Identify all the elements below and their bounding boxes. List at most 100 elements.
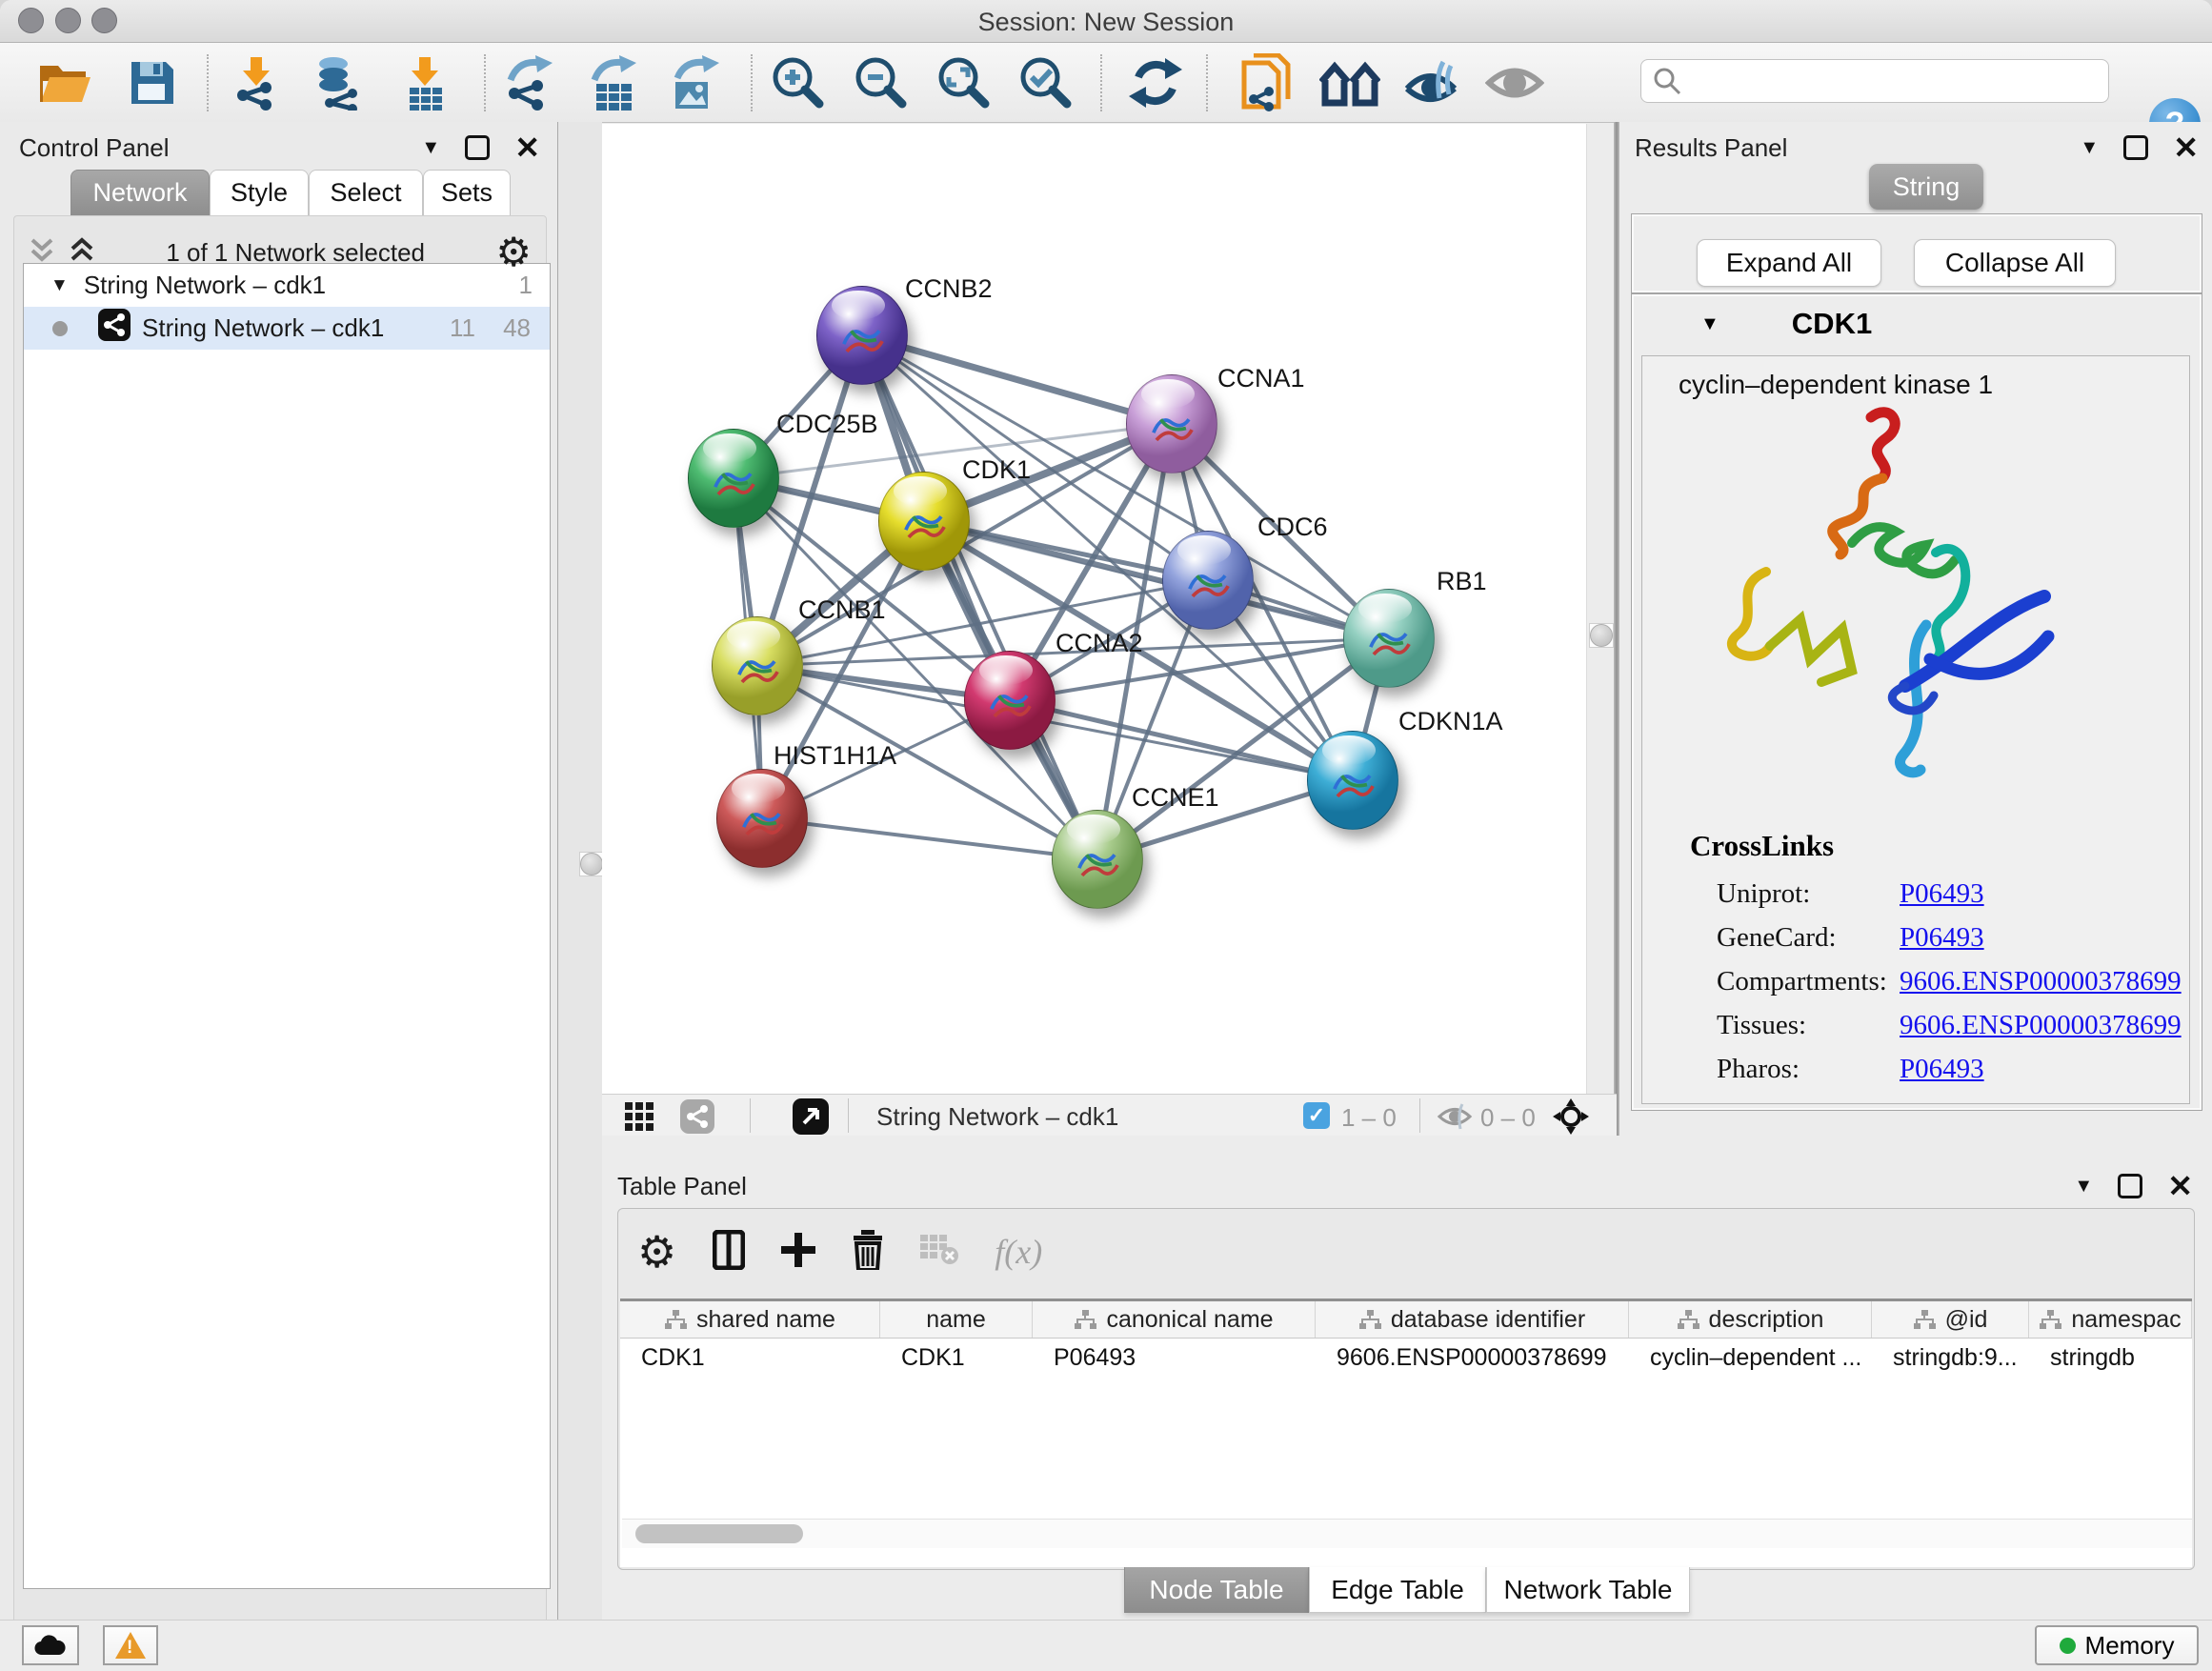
crosslink-link[interactable]: P06493 (1900, 1054, 1984, 1085)
table-cell[interactable]: stringdb:9... (1872, 1339, 2029, 1377)
tab-style[interactable]: Style (210, 170, 309, 215)
network-node-hist1h1a[interactable] (716, 769, 808, 868)
network-row[interactable]: String Network – cdk1 11 48 (24, 307, 550, 350)
crosslink-link[interactable]: 9606.ENSP00000378699 (1900, 1010, 2182, 1041)
crosslink-link[interactable]: P06493 (1900, 878, 1984, 910)
column-header[interactable]: namespac (2029, 1301, 2192, 1338)
table-cell[interactable]: CDK1 (620, 1339, 880, 1377)
panel-menu-icon[interactable]: ▼ (2074, 1176, 2093, 1198)
network-options-gear-icon[interactable]: ⚙ (495, 232, 532, 272)
panel-float-icon[interactable] (2123, 135, 2148, 160)
selected-checkbox-icon[interactable]: ✓ (1303, 1102, 1330, 1129)
shared-column-icon (664, 1309, 687, 1330)
horizontal-scrollbar[interactable] (622, 1519, 2192, 1548)
toolbar-separator (1100, 54, 1102, 111)
table-cell[interactable]: 9606.ENSP00000378699 (1316, 1339, 1629, 1377)
network-canvas[interactable]: CCNB2CCNA1CDC25BCDK1CDC6RB1CCNB1CCNA2CDK… (602, 124, 1586, 1094)
node-layer: CCNB2CCNA1CDC25BCDK1CDC6RB1CCNB1CCNA2CDK… (602, 124, 1586, 1094)
network-node-ccnb1[interactable] (712, 616, 803, 715)
network-node-rb1[interactable] (1343, 589, 1435, 688)
panel-close-icon[interactable]: ✕ (2167, 1177, 2193, 1196)
tab-select[interactable]: Select (309, 170, 423, 215)
column-header[interactable]: name (880, 1301, 1033, 1338)
crosslink-link[interactable]: P06493 (1900, 922, 1984, 954)
panel-close-icon[interactable]: ✕ (514, 138, 540, 157)
collapse-all-button[interactable]: Collapse All (1914, 239, 2116, 287)
column-header[interactable]: @id (1872, 1301, 2029, 1338)
export-network-icon[interactable] (503, 55, 558, 111)
refresh-icon[interactable] (1129, 56, 1182, 110)
expand-all-button[interactable]: Expand All (1697, 239, 1881, 287)
fit-content-crosshair-icon[interactable] (1553, 1098, 1589, 1139)
section-expander-icon[interactable]: ▼ (1700, 313, 1719, 335)
column-header[interactable]: description (1629, 1301, 1872, 1338)
tab-network-table[interactable]: Network Table (1486, 1567, 1690, 1613)
export-image-icon[interactable] (668, 55, 723, 111)
network-node-cdc6[interactable] (1162, 531, 1254, 630)
import-table-icon[interactable] (398, 55, 453, 111)
table-cell[interactable]: cyclin–dependent ... (1629, 1339, 1872, 1377)
column-header[interactable]: database identifier (1316, 1301, 1629, 1338)
splitter-knob[interactable] (1589, 623, 1614, 648)
homes-icon[interactable] (1319, 59, 1380, 107)
import-network-file-icon[interactable] (230, 55, 285, 111)
network-node-ccna1[interactable] (1126, 374, 1217, 473)
node-label: CCNB2 (905, 274, 993, 304)
scrollbar-thumb[interactable] (635, 1524, 803, 1543)
zoom-selected-icon[interactable] (1017, 54, 1075, 111)
tab-network[interactable]: Network (70, 170, 210, 215)
column-header[interactable]: canonical name (1033, 1301, 1316, 1338)
network-node-ccne1[interactable] (1052, 810, 1143, 909)
hidden-eye-icon[interactable] (1437, 1102, 1473, 1136)
warnings-button[interactable]: ! (103, 1625, 158, 1665)
tab-node-table[interactable]: Node Table (1124, 1567, 1309, 1613)
tree-expander-icon[interactable]: ▼ (50, 275, 69, 296)
memory-button[interactable]: Memory (2035, 1625, 2199, 1665)
panel-menu-icon[interactable]: ▼ (2080, 137, 2099, 159)
delete-column-trash-icon[interactable] (852, 1230, 884, 1275)
birdseye-view-icon[interactable] (793, 1098, 829, 1139)
save-session-icon[interactable] (128, 58, 177, 108)
tab-sets[interactable]: Sets (423, 170, 511, 215)
left-splitter[interactable] (558, 122, 602, 1620)
add-column-icon[interactable] (781, 1233, 815, 1272)
network-node-cdc25b[interactable] (688, 429, 779, 528)
export-table-icon[interactable] (587, 55, 642, 111)
open-session-icon[interactable] (36, 58, 93, 108)
zoom-in-icon[interactable] (770, 54, 827, 111)
panel-float-icon[interactable] (465, 135, 490, 160)
column-header[interactable]: shared name (620, 1301, 880, 1338)
splitter-knob[interactable] (579, 852, 604, 876)
tab-node-table-label: Node Table (1149, 1575, 1283, 1605)
show-columns-icon[interactable] (713, 1230, 745, 1275)
expand-all-chevron-icon[interactable] (69, 236, 95, 270)
column-header-label: shared name (696, 1306, 835, 1334)
cloud-button[interactable] (22, 1625, 79, 1665)
network-node-cdkn1a[interactable] (1307, 731, 1398, 830)
panel-close-icon[interactable]: ✕ (2173, 138, 2199, 157)
tab-string[interactable]: String (1869, 164, 1983, 210)
import-network-database-icon[interactable] (312, 55, 368, 111)
hide-panels-eye-icon[interactable] (1401, 56, 1460, 110)
table-options-gear-icon[interactable]: ⚙ (637, 1230, 676, 1274)
table-cell[interactable]: P06493 (1033, 1339, 1316, 1377)
table-cell[interactable]: CDK1 (880, 1339, 1033, 1377)
network-node-ccna2[interactable] (964, 651, 1056, 750)
panel-menu-icon[interactable]: ▼ (421, 137, 440, 159)
string-view-icon[interactable] (680, 1099, 714, 1138)
network-node-cdk1[interactable] (878, 472, 970, 571)
zoom-out-icon[interactable] (853, 54, 910, 111)
table-cell[interactable]: stringdb (2029, 1339, 2192, 1377)
grid-view-icon[interactable] (625, 1102, 654, 1136)
table-row[interactable]: CDK1CDK1P064939606.ENSP00000378699cyclin… (620, 1339, 2192, 1377)
gene-section-header[interactable]: ▼ CDK1 (1632, 294, 2202, 353)
collapse-all-chevron-icon[interactable] (29, 236, 55, 270)
panel-float-icon[interactable] (2118, 1174, 2142, 1198)
zoom-fit-icon[interactable] (935, 54, 993, 111)
tab-edge-table[interactable]: Edge Table (1309, 1567, 1486, 1613)
annotation-document-icon[interactable] (1240, 53, 1294, 112)
column-header-label: canonical name (1106, 1306, 1273, 1334)
search-input[interactable] (1640, 59, 2109, 103)
network-node-ccnb2[interactable] (816, 286, 908, 385)
crosslink-link[interactable]: 9606.ENSP00000378699 (1900, 966, 2182, 997)
